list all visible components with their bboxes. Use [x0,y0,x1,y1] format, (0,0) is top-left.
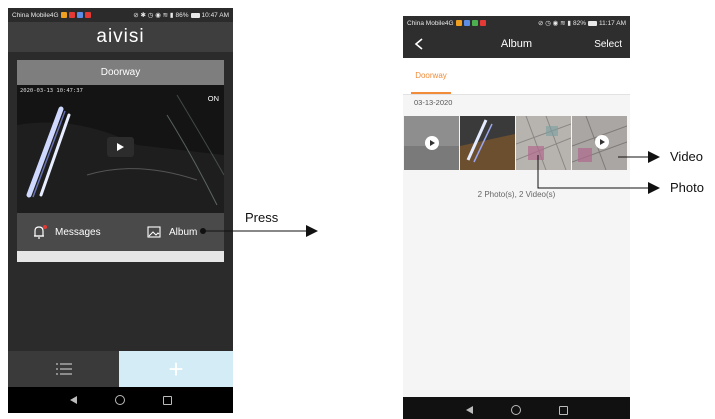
press-arrow-head [306,225,318,237]
video-annotation: Video [670,149,704,164]
photo-annotation: Photo [670,180,704,195]
annotation-arrows [200,151,660,237]
photo-arrow-head [648,182,660,194]
video-arrow-head [648,151,660,163]
photo-arrow-line [537,155,650,189]
press-annotation: Press [245,210,279,225]
